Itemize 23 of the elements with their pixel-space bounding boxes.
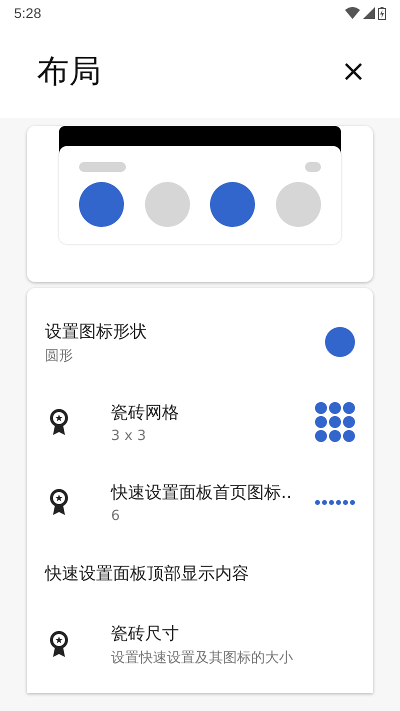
setting-value: 圆形	[45, 346, 74, 364]
setting-title: 快速设置面板首页图标..	[111, 482, 293, 504]
close-button[interactable]: ×	[336, 57, 370, 87]
award-icon	[49, 408, 69, 436]
grid-icon	[315, 402, 355, 442]
page-title: 布局	[37, 51, 101, 92]
placeholder-bar	[79, 162, 126, 172]
setting-title: 瓷砖尺寸	[111, 622, 180, 644]
signal-icon	[363, 7, 375, 19]
dots-icon	[315, 500, 355, 504]
award-icon	[49, 488, 69, 516]
placeholder-bar	[305, 162, 321, 172]
setting-value: 3 x 3	[111, 428, 147, 444]
circle-shape-icon	[325, 327, 355, 357]
wifi-icon	[345, 7, 360, 19]
battery-icon	[378, 6, 386, 20]
setting-title: 设置图标形状	[45, 320, 148, 342]
setting-value: 设置快速设置及其图标的大小	[111, 648, 294, 666]
setting-value: 6	[111, 508, 121, 524]
section-header: 快速设置面板顶部显示内容	[45, 562, 250, 584]
award-icon	[49, 630, 69, 658]
setting-title: 瓷砖网格	[111, 402, 180, 424]
status-time: 5:28	[14, 5, 42, 21]
